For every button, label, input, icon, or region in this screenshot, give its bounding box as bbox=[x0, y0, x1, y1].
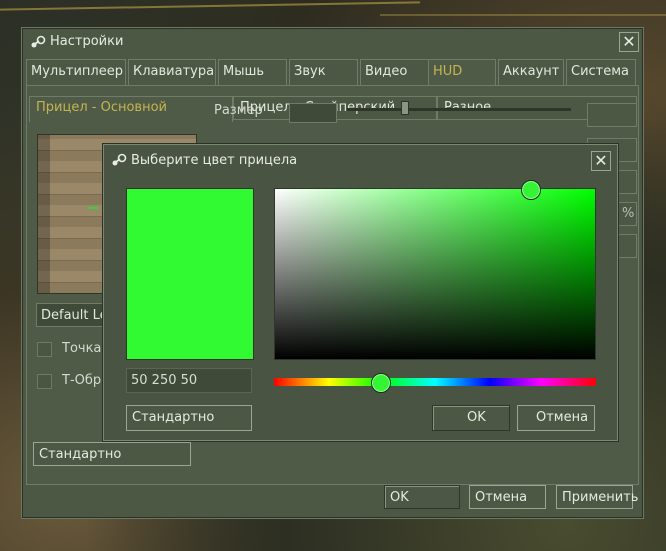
tab-video[interactable]: Видео bbox=[360, 59, 429, 85]
dialog-ok-button[interactable]: OK bbox=[432, 405, 510, 431]
background-accent-line bbox=[0, 1, 420, 11]
default-button[interactable]: Стандартно bbox=[33, 442, 191, 466]
settings-tabs: Мультиплеер Клавиатура Мышь Звук Видео H… bbox=[26, 59, 639, 85]
saturation-value-area[interactable] bbox=[274, 188, 596, 360]
dialog-title: Выберите цвет прицела bbox=[131, 153, 298, 168]
color-preview-swatch bbox=[126, 188, 254, 360]
tab-mouse[interactable]: Мышь bbox=[218, 59, 287, 85]
close-icon[interactable]: ✕ bbox=[619, 32, 639, 52]
color-picker-handle[interactable] bbox=[521, 180, 541, 200]
background-accent-line bbox=[380, 14, 666, 16]
right-side-button[interactable] bbox=[587, 103, 637, 127]
steam-icon bbox=[111, 153, 127, 171]
close-icon[interactable]: ✕ bbox=[591, 151, 611, 171]
t-shape-checkbox[interactable] bbox=[37, 374, 52, 389]
ok-button[interactable]: OK bbox=[384, 485, 460, 509]
tab-hud[interactable]: HUD bbox=[428, 59, 496, 85]
cancel-button[interactable]: Отмена bbox=[469, 485, 546, 509]
rgb-value-field[interactable]: 50 250 50 bbox=[126, 368, 252, 393]
hue-slider-handle[interactable] bbox=[371, 373, 391, 393]
steam-icon bbox=[30, 35, 46, 49]
subtab-crosshair-main[interactable]: Прицел - Основной bbox=[29, 96, 233, 122]
tab-sound[interactable]: Звук bbox=[289, 59, 358, 85]
title-bar[interactable]: Настройки ✕ bbox=[22, 28, 643, 58]
tab-keyboard[interactable]: Клавиатура bbox=[128, 59, 216, 85]
dialog-cancel-button[interactable]: Отмена bbox=[517, 405, 595, 431]
tab-system[interactable]: Система bbox=[566, 59, 636, 85]
size-slider[interactable] bbox=[347, 108, 571, 111]
tab-multiplayer[interactable]: Мультиплеер bbox=[26, 59, 126, 85]
size-slider-handle[interactable] bbox=[401, 101, 409, 115]
hue-slider[interactable] bbox=[274, 378, 596, 386]
size-label: Размер bbox=[214, 103, 263, 118]
color-picker-dialog: Выберите цвет прицела ✕ 50 250 50 Станда… bbox=[103, 144, 618, 441]
size-field[interactable] bbox=[289, 103, 337, 123]
window-title: Настройки bbox=[50, 34, 124, 49]
center-dot-checkbox[interactable] bbox=[37, 342, 52, 357]
tab-account[interactable]: Аккаунт bbox=[498, 59, 564, 85]
crosshair-line bbox=[88, 207, 98, 209]
apply-button[interactable]: Применить bbox=[556, 485, 638, 509]
dialog-default-button[interactable]: Стандартно bbox=[126, 405, 252, 431]
